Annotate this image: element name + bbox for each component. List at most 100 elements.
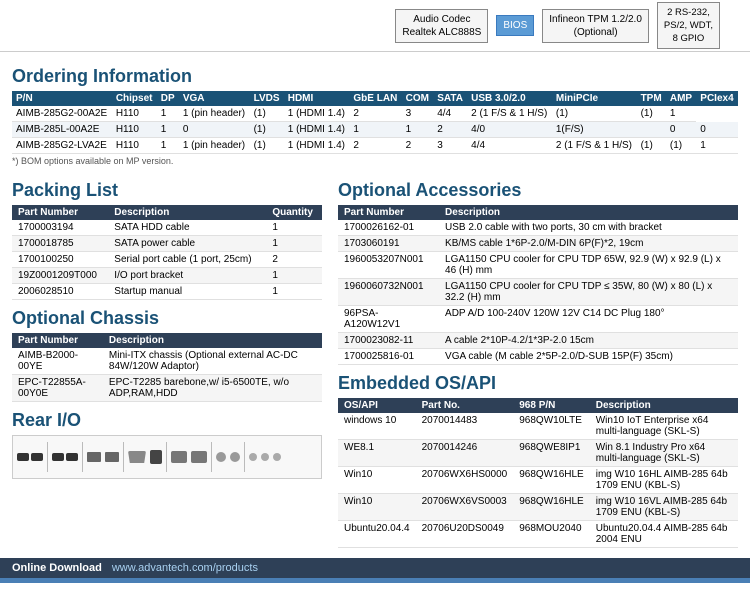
rear-io-section: Rear I/O bbox=[12, 410, 322, 479]
order-col-gbe-lan: GbE LAN bbox=[349, 91, 401, 106]
packing-cell-3-2: 1 bbox=[266, 268, 322, 284]
os-row: WE8.12070014246968QWE8IP1Win 8.1 Industr… bbox=[338, 440, 738, 467]
os-cell-3-0: Win10 bbox=[338, 494, 416, 521]
packing-cell-3-0: 19Z0001209T000 bbox=[12, 268, 108, 284]
acc-cell-6-0: 1700025816-01 bbox=[338, 349, 439, 365]
order-cell-2-4: (1) bbox=[250, 138, 284, 154]
order-col-pciex4: PCIex4 bbox=[696, 91, 738, 106]
order-col-usb-3-0-2-0: USB 3.0/2.0 bbox=[467, 91, 552, 106]
packing-title: Packing List bbox=[12, 180, 322, 201]
order-cell-0-11: (1) bbox=[637, 106, 666, 122]
optional-chassis-table: Part NumberDescription AIMB-B2000-00YEMi… bbox=[12, 333, 322, 402]
tpm-box: Infineon TPM 1.2/2.0(Optional) bbox=[542, 9, 649, 43]
order-cell-0-5: 1 (HDMI 1.4) bbox=[284, 106, 350, 122]
packing-cell-2-0: 1700100250 bbox=[12, 252, 108, 268]
acc-cell-6-1: VGA cable (M cable 2*5P-2.0/D-SUB 15P(F)… bbox=[439, 349, 738, 365]
download-bar: Online Download www.advantech.com/produc… bbox=[0, 558, 750, 578]
order-cell-2-0: AIMB-285G2-LVA2E bbox=[12, 138, 112, 154]
acc-cell-5-1: A cable 2*10P-4.2/1*3P-2.0 15cm bbox=[439, 333, 738, 349]
order-cell-1-6: 1 bbox=[349, 122, 401, 138]
order-cell-1-10: 1(F/S) bbox=[552, 122, 637, 138]
order-row: AIMB-285L-00A2EH11010(1)1 (HDMI 1.4)1124… bbox=[12, 122, 738, 138]
packing-cell-0-1: SATA HDD cable bbox=[108, 220, 266, 236]
os-cell-4-0: Ubuntu20.04.4 bbox=[338, 521, 416, 548]
accessories-row: 1703060191KB/MS cable 1*6P-2.0/M-DIN 6P(… bbox=[338, 236, 738, 252]
order-note: *) BOM options available on MP version. bbox=[12, 156, 738, 166]
packing-cell-1-0: 1700018785 bbox=[12, 236, 108, 252]
main-content: Ordering Information P/NChipsetDPVGALVDS… bbox=[0, 52, 750, 552]
ordering-title: Ordering Information bbox=[12, 66, 738, 87]
packing-row: 19Z0001209T000I/O port bracket1 bbox=[12, 268, 322, 284]
os-cell-1-0: WE8.1 bbox=[338, 440, 416, 467]
packing-table: Part NumberDescriptionQuantity 170000319… bbox=[12, 205, 322, 300]
os-cell-2-0: Win10 bbox=[338, 467, 416, 494]
download-label: Online Download bbox=[12, 562, 102, 574]
packing-cell-0-2: 1 bbox=[266, 220, 322, 236]
order-cell-0-4: (1) bbox=[250, 106, 284, 122]
order-col-vga: VGA bbox=[179, 91, 250, 106]
ethernet-port-2 bbox=[105, 452, 119, 462]
bios-box: BIOS bbox=[496, 15, 534, 36]
packing-cell-0-0: 1700003194 bbox=[12, 220, 108, 236]
order-cell-0-10: (1) bbox=[552, 106, 637, 122]
order-cell-2-6: 2 bbox=[349, 138, 401, 154]
top-diagram: Audio CodecRealtek ALC888S BIOS Infineon… bbox=[0, 0, 750, 52]
acc-col: Description bbox=[439, 205, 738, 220]
packing-col: Quantity bbox=[266, 205, 322, 220]
packing-cell-1-1: SATA power cable bbox=[108, 236, 266, 252]
order-cell-2-8: 3 bbox=[433, 138, 467, 154]
order-cell-2-5: 1 (HDMI 1.4) bbox=[284, 138, 350, 154]
acc-cell-1-1: KB/MS cable 1*6P-2.0/M-DIN 6P(F)*2, 19cm bbox=[439, 236, 738, 252]
order-col-hdmi: HDMI bbox=[284, 91, 350, 106]
order-cell-0-9: 2 (1 F/S & 1 H/S) bbox=[467, 106, 552, 122]
download-url[interactable]: www.advantech.com/products bbox=[112, 562, 258, 574]
accessories-title: Optional Accessories bbox=[338, 180, 738, 201]
order-cell-2-2: 1 bbox=[157, 138, 179, 154]
order-col-dp: DP bbox=[157, 91, 179, 106]
order-cell-0-7: 3 bbox=[402, 106, 434, 122]
packing-cell-4-2: 1 bbox=[266, 284, 322, 300]
os-cell-1-2: 968QWE8IP1 bbox=[513, 440, 589, 467]
packing-cell-3-1: I/O port bracket bbox=[108, 268, 266, 284]
gpio-box: 2 RS-232,PS/2, WDT,8 GPIO bbox=[657, 2, 720, 50]
packing-cell-4-0: 2006028510 bbox=[12, 284, 108, 300]
hdmi-port bbox=[150, 450, 162, 464]
order-cell-0-1: H110 bbox=[112, 106, 157, 122]
packing-row: 1700003194SATA HDD cable1 bbox=[12, 220, 322, 236]
accessories-row: 1700025816-01VGA cable (M cable 2*5P-2.0… bbox=[338, 349, 738, 365]
chassis-cell-0-1: Mini-ITX chassis (Optional external AC-D… bbox=[103, 348, 322, 375]
packing-col: Part Number bbox=[12, 205, 108, 220]
usb-port-3 bbox=[52, 453, 64, 461]
os-col: 968 P/N bbox=[513, 398, 589, 413]
os-cell-4-1: 20706U20DS0049 bbox=[416, 521, 514, 548]
order-cell-0-6: 2 bbox=[349, 106, 401, 122]
order-cell-1-13: 0 bbox=[696, 122, 738, 138]
os-row: Win1020706WX6VS0003968QW16HLEimg W10 16V… bbox=[338, 494, 738, 521]
os-cell-3-1: 20706WX6VS0003 bbox=[416, 494, 514, 521]
acc-cell-3-0: 1960060732N001 bbox=[338, 279, 439, 306]
acc-col: Part Number bbox=[338, 205, 439, 220]
chassis-row: EPC-T22855A-00Y0EEPC-T2285 barebone,w/ i… bbox=[12, 375, 322, 402]
packing-cell-1-2: 1 bbox=[266, 236, 322, 252]
order-col-p-n: P/N bbox=[12, 91, 112, 106]
chassis-cell-0-0: AIMB-B2000-00YE bbox=[12, 348, 103, 375]
order-cell-2-1: H110 bbox=[112, 138, 157, 154]
order-col-amp: AMP bbox=[666, 91, 696, 106]
packing-row: 1700100250Serial port cable (1 port, 25c… bbox=[12, 252, 322, 268]
accessories-table: Part NumberDescription 1700026162-01USB … bbox=[338, 205, 738, 365]
os-cell-3-2: 968QW16HLE bbox=[513, 494, 589, 521]
order-cell-2-7: 2 bbox=[402, 138, 434, 154]
order-cell-1-4: (1) bbox=[250, 122, 284, 138]
acc-cell-1-0: 1703060191 bbox=[338, 236, 439, 252]
os-col: Part No. bbox=[416, 398, 514, 413]
order-cell-2-3: 1 (pin header) bbox=[179, 138, 250, 154]
chassis-cell-1-0: EPC-T22855A-00Y0E bbox=[12, 375, 103, 402]
accessories-row: 1700026162-01USB 2.0 cable with two port… bbox=[338, 220, 738, 236]
packing-col: Description bbox=[108, 205, 266, 220]
acc-cell-4-1: ADP A/D 100-240V 120W 12V C14 DC Plug 18… bbox=[439, 306, 738, 333]
ps2-port-2 bbox=[230, 452, 240, 462]
os-cell-2-2: 968QW16HLE bbox=[513, 467, 589, 494]
order-cell-1-1: H110 bbox=[112, 122, 157, 138]
order-row: AIMB-285G2-LVA2EH11011 (pin header)(1)1 … bbox=[12, 138, 738, 154]
os-cell-2-1: 20706WX6HS0000 bbox=[416, 467, 514, 494]
